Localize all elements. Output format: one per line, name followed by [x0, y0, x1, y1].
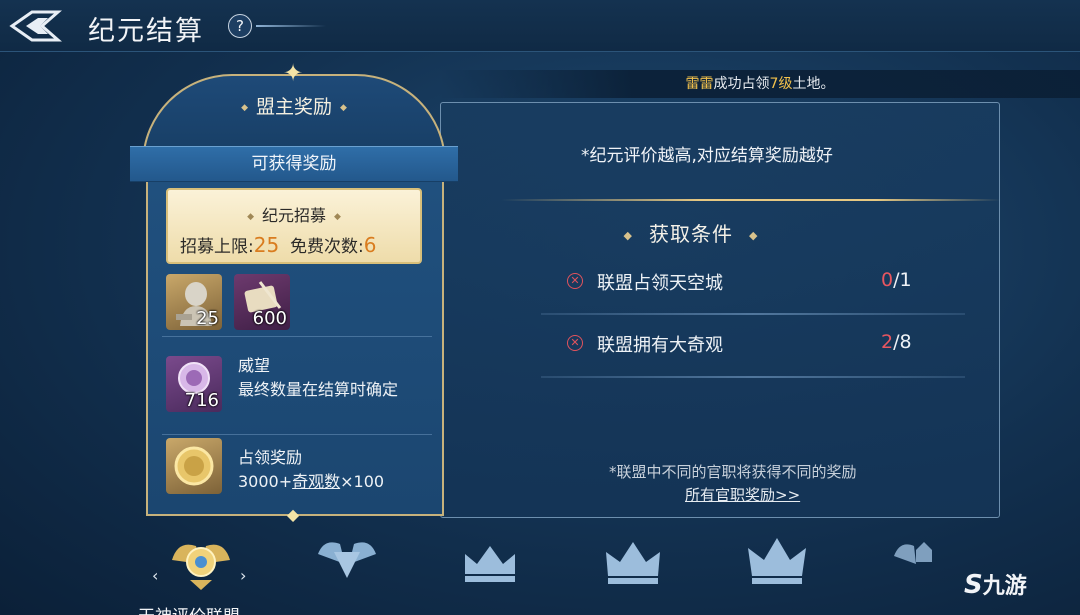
tier-option[interactable] — [455, 530, 525, 594]
diamond-icon: ◆ — [340, 102, 347, 113]
conditions-panel: *纪元评价越高,对应结算奖励越好 ◆ 获取条件 ◆ ✕ 联盟占领天空城 0/1 ✕ … — [440, 102, 1001, 518]
winged-crown-icon — [894, 542, 932, 564]
condition-row: ✕ 联盟拥有大奇观 2/8 — [541, 329, 961, 359]
item-quantity: 25 — [196, 308, 219, 329]
title-divider — [256, 25, 326, 27]
selected-tier-label: 天神评价联盟 — [138, 602, 240, 615]
conditions-title-text: 获取条件 — [649, 222, 733, 246]
conditions-title: ◆ 获取条件 ◆ — [441, 218, 941, 247]
recruit-free-value: 6 — [363, 233, 377, 257]
crown-icon — [606, 542, 660, 584]
era-recruit-box: ◆ 纪元招募 ◆ 招募上限:25 免费次数:6 — [166, 188, 422, 264]
crown-icon — [465, 546, 515, 582]
condition-current: 0 — [881, 269, 894, 291]
reward-card-title: ◆ 盟主奖励 ◆ — [142, 92, 446, 119]
item-quantity: 716 — [184, 390, 219, 411]
reward-card-body: ◆ 纪元招募 ◆ 招募上限:25 免费次数:6 25 600 716 威望 最终数量… — [146, 182, 444, 516]
recruit-free-label: 免费次数: — [290, 237, 364, 257]
occupation-reward-name: 占领奖励 — [238, 448, 303, 467]
tier-selected[interactable] — [166, 530, 236, 594]
condition-current: 2 — [881, 331, 894, 353]
tier-option[interactable] — [312, 530, 382, 594]
diamond-icon: ◆ — [623, 229, 633, 242]
recruit-limit-label: 招募上限: — [180, 237, 254, 257]
occupation-desc-suffix: ×100 — [340, 472, 385, 491]
all-position-rewards-link[interactable]: 所有官职奖励>> — [685, 484, 800, 505]
occupation-reward-desc: 3000+奇观数×100 — [238, 468, 384, 492]
reward-card-title-text: 盟主奖励 — [255, 96, 332, 118]
condition-row: ✕ 联盟占领天空城 0/1 — [541, 267, 961, 297]
diamond-icon: ◆ — [241, 102, 248, 113]
fail-x-icon: ✕ — [567, 335, 583, 351]
announcement-strip: 雷雷成功占领7级土地。 — [440, 70, 1080, 98]
star-icon: ◆ — [286, 505, 300, 524]
row-divider — [541, 313, 965, 315]
occupation-desc-prefix: 3000+ — [238, 472, 293, 491]
condition-progress: 0/1 — [881, 269, 912, 291]
back-button[interactable] — [6, 6, 64, 46]
reward-item[interactable] — [166, 438, 222, 494]
prestige-desc: 最终数量在结算时确定 — [238, 380, 399, 399]
prestige-name: 威望 — [238, 356, 271, 375]
tier-prev-button[interactable]: ‹ — [152, 566, 158, 585]
site-watermark: S九游 — [964, 568, 1027, 600]
back-arrow-icon — [9, 10, 62, 42]
available-rewards-ribbon: 可获得奖励 — [130, 146, 458, 182]
reward-item[interactable]: 25 — [166, 274, 222, 330]
announcement-player: 雷雷 — [685, 76, 714, 92]
row-divider — [541, 376, 965, 378]
winged-emblem-icon — [172, 544, 230, 590]
condition-label: 联盟占领天空城 — [597, 273, 723, 294]
winged-diamond-icon — [318, 542, 376, 578]
page-title: 纪元结算 — [88, 16, 204, 47]
condition-total: /8 — [893, 331, 912, 353]
card-separator — [162, 434, 432, 435]
gold-divider — [501, 199, 1001, 201]
tier-option[interactable] — [742, 530, 812, 594]
help-button[interactable]: ? — [228, 14, 252, 38]
watermark-logo-icon: S — [964, 570, 983, 600]
reward-item[interactable]: 716 — [166, 356, 222, 412]
announcement-level: 7级 — [769, 76, 793, 92]
star-icon: ✦ — [282, 59, 304, 87]
gold-coin-icon — [174, 446, 214, 486]
recruit-title-text: 纪元招募 — [261, 206, 326, 225]
recruit-values: 招募上限:25 免费次数:6 — [180, 232, 376, 257]
tier-option[interactable] — [886, 530, 956, 594]
card-separator — [162, 336, 432, 337]
wonder-count-link[interactable]: 奇观数 — [292, 472, 340, 491]
evaluation-note: *纪元评价越高,对应结算奖励越好 — [581, 146, 833, 166]
condition-progress: 2/8 — [881, 331, 912, 353]
reward-item[interactable]: 600 — [234, 274, 290, 330]
condition-total: /1 — [893, 269, 912, 291]
crown-icon — [748, 538, 806, 584]
watermark-text: 九游 — [982, 574, 1027, 599]
position-reward-note: *联盟中不同的官职将获得不同的奖励 — [609, 463, 857, 481]
recruit-title: ◆ 纪元招募 ◆ — [168, 202, 420, 226]
top-bar: 纪元结算 ? — [0, 0, 1080, 52]
announcement-text: 成功占领 — [713, 76, 770, 92]
condition-label: 联盟拥有大奇观 — [597, 335, 723, 356]
recruit-limit-value: 25 — [253, 233, 280, 257]
tier-next-button[interactable]: › — [240, 566, 246, 585]
diamond-icon: ◆ — [247, 211, 254, 222]
diamond-icon: ◆ — [749, 229, 759, 242]
diamond-icon: ◆ — [334, 211, 341, 222]
tier-option[interactable] — [598, 530, 668, 594]
fail-x-icon: ✕ — [567, 273, 583, 289]
item-quantity: 600 — [252, 308, 287, 329]
announcement-text-end: 土地。 — [792, 76, 835, 92]
